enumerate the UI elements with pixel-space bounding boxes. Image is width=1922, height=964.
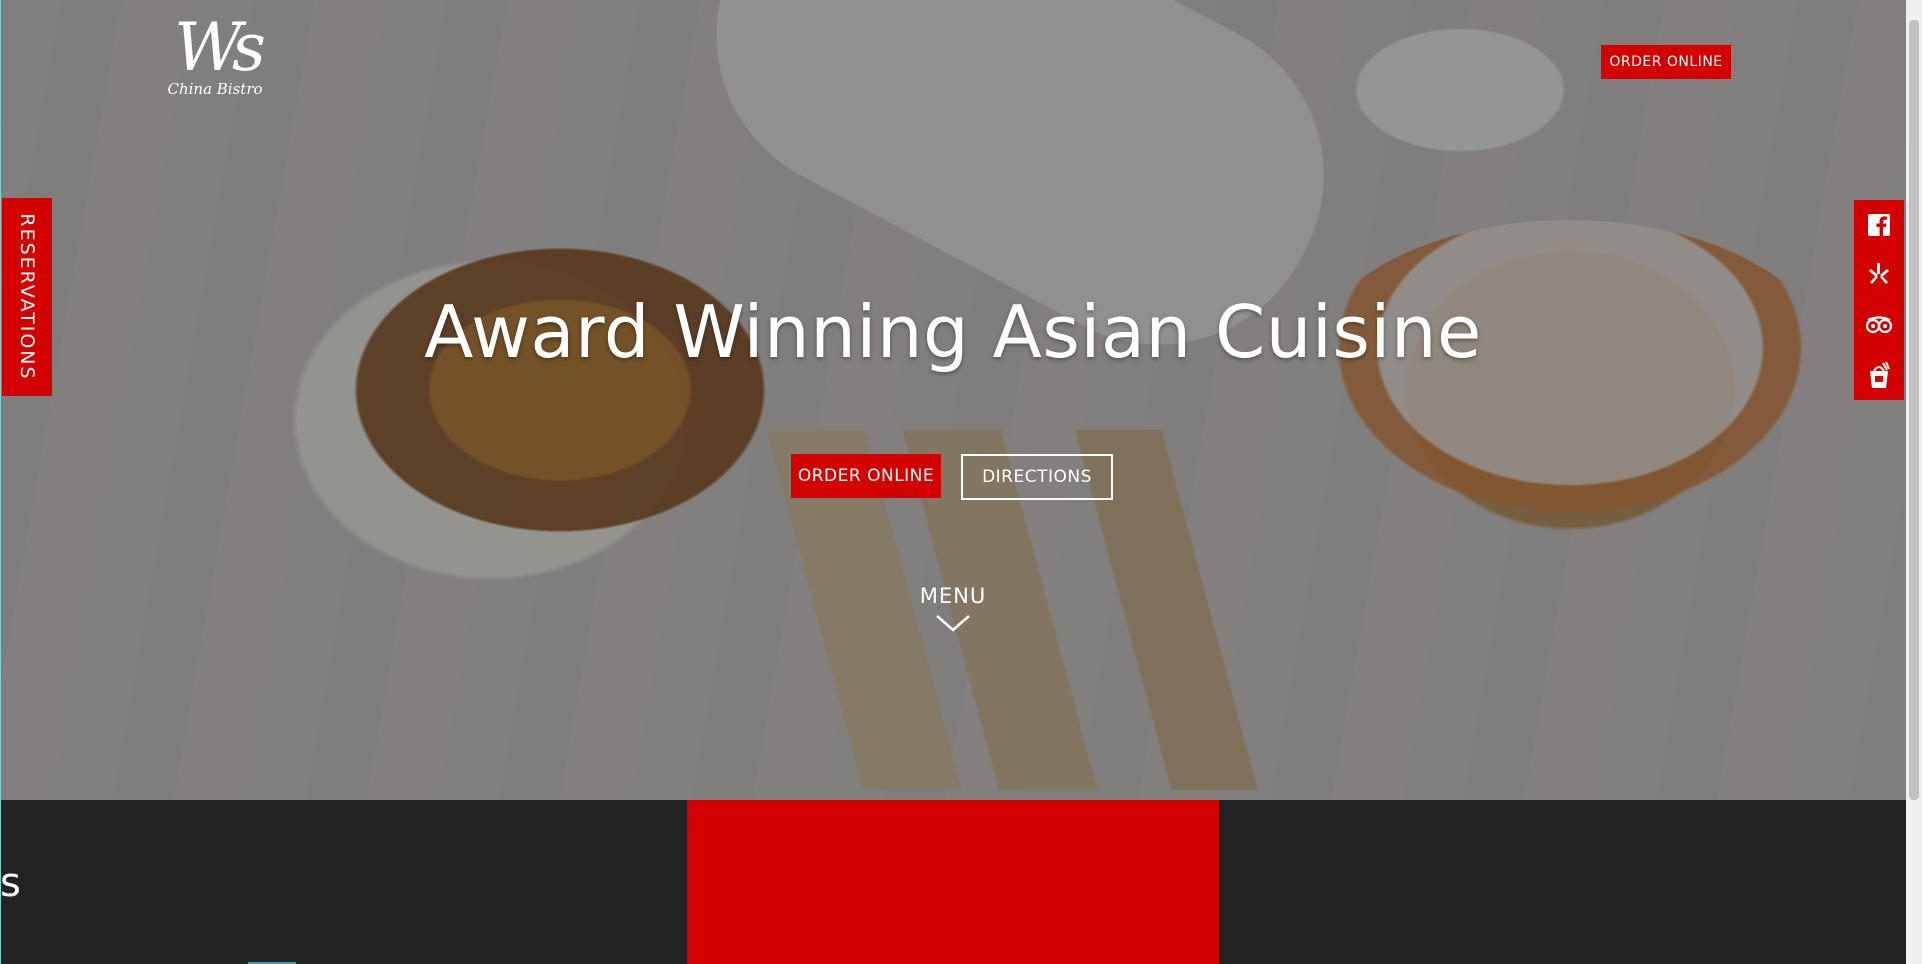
hero-dark-overlay: [0, 0, 1922, 800]
logo-subtitle: China Bistro: [167, 80, 263, 98]
scrollbar[interactable]: [1906, 0, 1922, 964]
menu-scroll-link[interactable]: MENU: [903, 584, 1003, 634]
hero-order-online-button[interactable]: ORDER ONLINE: [791, 454, 941, 498]
facebook-icon[interactable]: [1864, 210, 1894, 240]
header-order-online-button[interactable]: ORDER ONLINE: [1601, 45, 1731, 79]
chevron-down-icon: [936, 615, 970, 632]
left-edge-border: [0, 0, 1, 964]
yelp-icon[interactable]: [1864, 260, 1894, 290]
hero-section: Ws China Bistro ORDER ONLINE RESERVATION…: [0, 0, 1922, 800]
brand-logo[interactable]: Ws China Bistro: [160, 12, 270, 122]
hero-headline: Award Winning Asian Cuisine: [424, 290, 1482, 374]
menu-label: MENU: [919, 584, 987, 608]
partial-heading: s: [0, 860, 21, 906]
hero-directions-button[interactable]: DIRECTIONS: [961, 454, 1113, 500]
lower-section: s: [0, 800, 1922, 964]
scrollbar-thumb[interactable]: [1909, 20, 1919, 800]
red-feature-block: [687, 800, 1219, 964]
logo-mark: Ws: [174, 9, 266, 86]
